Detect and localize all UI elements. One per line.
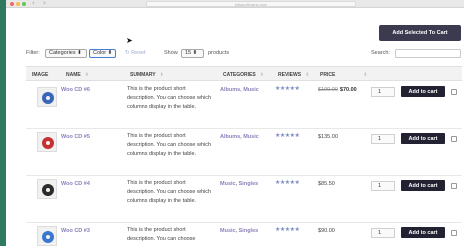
browser-titlebar: ‹ › bitsandbrains.com <box>6 0 464 8</box>
categories-filter-value: Categories <box>49 50 76 56</box>
product-thumbnail[interactable] <box>37 179 57 199</box>
cd-icon <box>42 231 54 243</box>
quantity-input[interactable]: 1 <box>371 134 395 144</box>
product-thumbnail[interactable] <box>37 226 57 246</box>
table-header: IMAGE NAME ⬍ SUMMARY ⬍ CATEGORIES ⬍ REVIEWS… <box>26 66 462 81</box>
cd-icon <box>42 137 54 149</box>
product-price: $90.00 <box>318 228 335 234</box>
products-label: products <box>208 50 230 56</box>
sort-icon: ⬍ <box>159 71 164 78</box>
cd-icon <box>42 92 54 104</box>
product-categories-link[interactable]: Albums, Music <box>220 87 259 93</box>
product-name-link[interactable]: Woo CD #4 <box>61 181 90 187</box>
table-row: Woo CD #5 This is the product short desc… <box>26 129 462 176</box>
regular-price: $85.50 <box>318 181 335 187</box>
reset-icon: ↻ <box>125 50 130 56</box>
column-header-summary[interactable]: SUMMARY ⬍ <box>130 67 164 82</box>
categories-filter-select[interactable]: Categories ⬍ <box>45 48 87 58</box>
sort-icon: ⬍ <box>84 71 89 78</box>
select-product-checkbox[interactable] <box>451 89 457 95</box>
product-table: IMAGE NAME ⬍ SUMMARY ⬍ CATEGORIES ⬍ REVIEWS… <box>26 66 462 246</box>
color-filter-select[interactable]: Color ⬍ <box>89 48 116 58</box>
reset-filters-link[interactable]: ↻ Reset <box>125 47 146 59</box>
add-to-cart-button[interactable]: Add to cart <box>401 180 445 191</box>
regular-price: $100.00 <box>318 87 338 93</box>
product-name-link[interactable]: Woo CD #6 <box>61 87 90 93</box>
sort-icon: ⬍ <box>363 71 368 78</box>
add-to-cart-button[interactable]: Add to cart <box>401 227 445 238</box>
sort-icon: ⬍ <box>305 71 310 78</box>
column-header-reviews[interactable]: REVIEWS ⬍ <box>278 67 309 82</box>
select-product-checkbox[interactable] <box>451 230 457 236</box>
minimize-window-dot[interactable] <box>16 2 20 6</box>
table-row: Woo CD #4 This is the product short desc… <box>26 176 462 223</box>
column-header-categories[interactable]: CATEGORIES ⬍ <box>223 67 264 82</box>
product-categories-link[interactable]: Music, Singles <box>220 228 258 234</box>
quantity-input[interactable]: 1 <box>371 181 395 191</box>
column-header-label: SUMMARY <box>130 71 156 78</box>
sale-price: $70.00 <box>339 87 357 93</box>
column-header-label: PRICE <box>320 71 336 78</box>
product-price: $135.00 <box>318 134 338 140</box>
show-label: Show <box>164 50 178 56</box>
reset-label: Reset <box>131 50 146 56</box>
cd-icon <box>42 184 54 196</box>
quantity-input[interactable]: 1 <box>371 87 395 97</box>
color-filter-value: Color <box>93 50 107 56</box>
rating-stars: ★★★★★ <box>275 179 300 186</box>
column-header-label: NAME <box>66 71 81 78</box>
table-row: Woo CD #3 This is the product short desc… <box>26 223 462 246</box>
column-header-label: REVIEWS <box>278 71 302 78</box>
nav-arrows-icon[interactable]: ‹ › <box>32 0 49 7</box>
column-header-image[interactable]: IMAGE <box>32 67 48 82</box>
column-header-price[interactable]: PRICE ⬍ <box>320 67 367 82</box>
add-selected-to-cart-button[interactable]: Add Selected To Cart <box>379 25 461 41</box>
add-to-cart-button[interactable]: Add to cart <box>401 133 445 144</box>
quantity-input[interactable]: 1 <box>371 228 395 238</box>
product-summary: This is the product short description. Y… <box>127 133 212 157</box>
select-product-checkbox[interactable] <box>451 136 457 142</box>
product-thumbnail[interactable] <box>37 132 57 152</box>
product-name-link[interactable]: Woo CD #3 <box>61 228 90 234</box>
product-price: $100.00 $70.00 <box>318 87 357 93</box>
column-header-label: IMAGE <box>32 71 49 78</box>
column-header-name[interactable]: NAME ⬍ <box>66 67 89 82</box>
rating-stars: ★★★★★ <box>275 85 300 92</box>
column-header-label: CATEGORIES <box>223 71 256 78</box>
browser-window: ‹ › bitsandbrains.com Add Selected To Ca… <box>6 0 464 246</box>
zoom-window-dot[interactable] <box>22 2 26 6</box>
page-length-select[interactable]: 15 ⬍ <box>181 48 204 58</box>
search-label: Search: <box>371 50 390 56</box>
regular-price: $90.00 <box>318 228 335 234</box>
mouse-pointer-icon: ➤ <box>126 36 133 45</box>
page-length-value: 15 <box>185 50 192 56</box>
rating-stars: ★★★★★ <box>275 226 300 233</box>
product-categories-link[interactable]: Albums, Music <box>220 134 259 140</box>
regular-price: $135.00 <box>318 134 338 140</box>
table-controls: Filter: Categories ⬍ Color ⬍ ↻ Reset Sho… <box>26 47 462 59</box>
table-row: Woo CD #6 This is the product short desc… <box>26 82 462 129</box>
address-bar[interactable]: bitsandbrains.com <box>146 1 356 7</box>
add-to-cart-button[interactable]: Add to cart <box>401 86 445 97</box>
product-summary: This is the product short description. Y… <box>127 86 212 110</box>
filter-label: Filter: <box>26 50 40 56</box>
product-summary: This is the product short description. Y… <box>127 227 196 242</box>
rating-stars: ★★★★★ <box>275 132 300 139</box>
search-input[interactable] <box>395 48 461 58</box>
product-name-link[interactable]: Woo CD #5 <box>61 134 90 140</box>
sort-icon: ⬍ <box>259 71 264 78</box>
product-price: $85.50 <box>318 181 335 187</box>
product-categories-link[interactable]: Music, Singles <box>220 181 258 187</box>
select-product-checkbox[interactable] <box>451 183 457 189</box>
product-thumbnail[interactable] <box>37 87 57 107</box>
close-window-dot[interactable] <box>10 2 14 6</box>
product-summary: This is the product short description. Y… <box>127 180 212 204</box>
